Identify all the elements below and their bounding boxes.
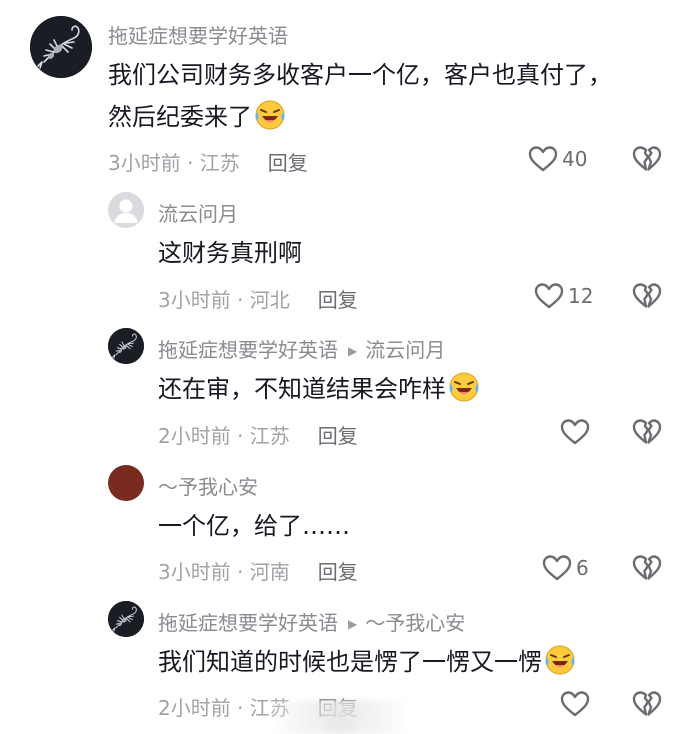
comment-text-line-2-content: 然后纪委来了 (108, 103, 252, 131)
reply-button[interactable]: 回复 (318, 424, 358, 448)
comment-time-location: 2小时前 · 江苏 (158, 424, 290, 448)
scorpion-avatar-icon (108, 328, 144, 364)
comment-text: 还在审，不知道结果会咋样 (158, 368, 480, 410)
heart-outline-icon (542, 554, 572, 582)
avatar[interactable] (108, 192, 144, 228)
reply-to-username[interactable]: 流云问月 (365, 338, 445, 362)
avatar[interactable] (30, 16, 92, 78)
reply-button[interactable]: 回复 (268, 151, 308, 175)
scorpion-avatar-icon (30, 16, 92, 78)
comment-time-location: 3小时前 · 江苏 (108, 151, 240, 175)
comment-username[interactable]: ～予我心安 (158, 471, 258, 500)
broken-heart-icon (632, 282, 662, 310)
comment-text: 我们知道的时候也是愣了一愣又一愣 (158, 641, 576, 683)
comment-time-location: 3小时前 · 河南 (158, 560, 290, 584)
dislike-button[interactable] (632, 690, 662, 722)
laughing-crying-emoji-icon (448, 371, 480, 403)
broken-heart-icon (632, 418, 662, 446)
heart-outline-icon (528, 145, 558, 173)
like-button[interactable] (560, 418, 590, 446)
laughing-crying-emoji-icon (254, 99, 286, 131)
comment-username-line: 拖延症想要学好英语 ▶ 流云问月 (158, 334, 445, 363)
like-count: 12 (568, 284, 594, 308)
broken-heart-icon (632, 554, 662, 582)
heart-outline-icon (534, 282, 564, 310)
watermark-blur (270, 700, 410, 734)
comment-text-content: 还在审，不知道结果会咋样 (158, 375, 446, 403)
broken-heart-icon (632, 690, 662, 718)
comment-time-location: 3小时前 · 河北 (158, 288, 290, 312)
reply-to-username[interactable]: ～予我心安 (365, 611, 465, 635)
like-button[interactable] (560, 690, 590, 718)
like-button[interactable]: 40 (528, 145, 587, 173)
default-user-avatar-icon (108, 192, 144, 228)
like-button[interactable]: 6 (542, 554, 589, 582)
red-book-avatar-icon (113, 474, 139, 492)
reply-arrow-icon: ▶ (348, 617, 358, 631)
heart-outline-icon (560, 690, 590, 718)
avatar[interactable] (108, 465, 144, 501)
avatar[interactable] (108, 601, 144, 637)
dislike-button[interactable] (632, 418, 662, 450)
comment-text-content: 我们知道的时候也是愣了一愣又一愣 (158, 648, 542, 676)
comment-username[interactable]: 拖延症想要学好英语 (158, 611, 338, 635)
dislike-button[interactable] (632, 554, 662, 586)
reply-button[interactable]: 回复 (318, 560, 358, 584)
reply-arrow-icon: ▶ (348, 344, 358, 358)
heart-outline-icon (560, 418, 590, 446)
comment-username[interactable]: 拖延症想要学好英语 (158, 338, 338, 362)
comment-meta: 3小时前 · 河南 回复 (158, 556, 358, 585)
avatar[interactable] (108, 328, 144, 364)
scorpion-avatar-icon (108, 601, 144, 637)
dislike-button[interactable] (632, 282, 662, 314)
like-count: 6 (576, 556, 589, 580)
comment-text: 这财务真刑啊 (158, 239, 302, 267)
comment-username[interactable]: 拖延症想要学好英语 (108, 20, 288, 49)
dislike-button[interactable] (632, 145, 662, 177)
reply-button[interactable]: 回复 (318, 288, 358, 312)
comment-username[interactable]: 流云问月 (158, 198, 238, 227)
comment-text-line-2: 然后纪委来了 (108, 96, 286, 138)
comment-username-line: 拖延症想要学好英语 ▶ ～予我心安 (158, 607, 465, 636)
comment-meta: 2小时前 · 江苏 回复 (158, 420, 358, 449)
comment-meta: 3小时前 · 河北 回复 (158, 284, 358, 313)
like-button[interactable]: 12 (534, 282, 593, 310)
laughing-crying-emoji-icon (544, 644, 576, 676)
broken-heart-icon (632, 145, 662, 173)
like-count: 40 (562, 147, 588, 171)
comment-meta: 3小时前 · 江苏 回复 (108, 147, 308, 176)
comment-text: 一个亿，给了…… (158, 512, 350, 540)
comment-text-line-1: 我们公司财务多收客户一个亿，客户也真付了， (108, 61, 612, 89)
